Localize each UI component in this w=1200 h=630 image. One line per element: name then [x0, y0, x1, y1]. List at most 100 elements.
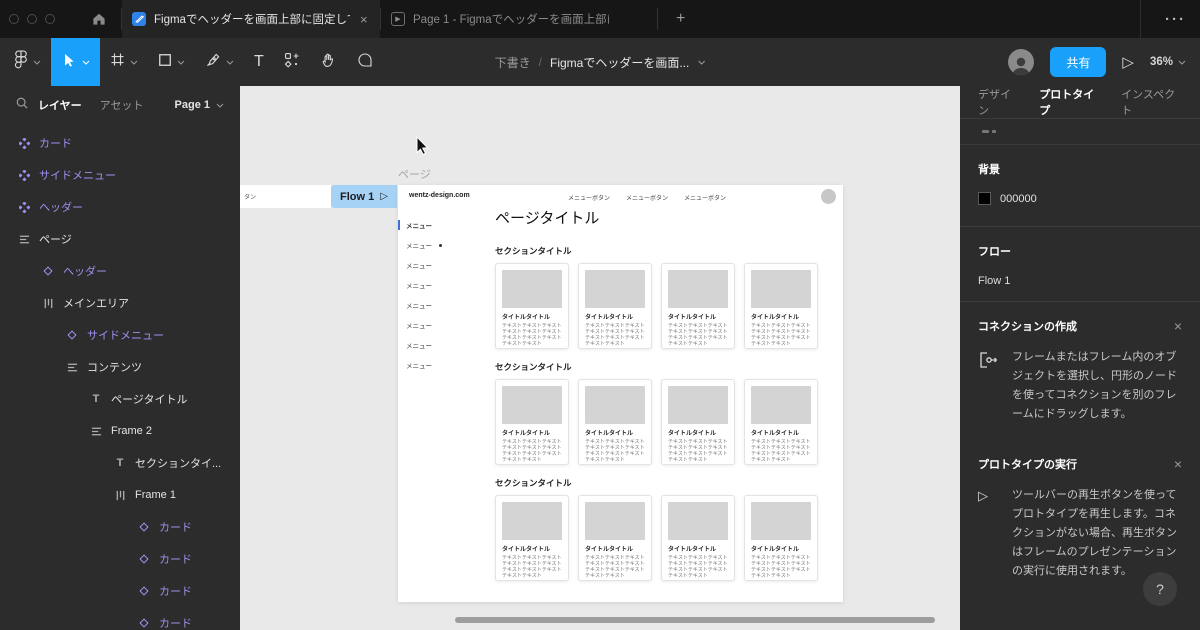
comment-tool-button[interactable] [347, 38, 383, 86]
instance-icon [138, 554, 150, 564]
design-menu-item: メニュー [398, 215, 493, 235]
color-swatch[interactable] [978, 192, 991, 205]
card-body-text: テキストテキストテキストテキストテキストテキストテキストテキストテキストテキスト… [585, 439, 645, 463]
connection-tip-title: コネクションの作成 [978, 321, 1077, 333]
new-tab-button[interactable]: + [676, 10, 685, 28]
frame-v-icon [66, 362, 78, 373]
figma-app-window: Figmaでヘッダーを画面上部に固定して追 × ▶ Page 1 - Figma… [0, 0, 1200, 630]
tab-layers[interactable]: レイヤー [38, 97, 82, 113]
move-tool-button[interactable] [51, 38, 100, 86]
component-icon [18, 201, 30, 213]
shape-tool-button[interactable] [148, 38, 195, 86]
tab-close-icon[interactable]: × [360, 12, 368, 27]
card-body-text: テキストテキストテキストテキストテキストテキストテキストテキストテキストテキスト… [502, 439, 562, 463]
layer-row[interactable]: カード [0, 511, 240, 543]
close-icon[interactable]: × [1174, 456, 1182, 472]
file-title[interactable]: Figmaでヘッダーを画面... [550, 54, 689, 71]
card-title: タイトルタイトル [751, 547, 800, 553]
window-close-button[interactable] [9, 14, 19, 24]
frame-name-label[interactable]: ページ [398, 166, 431, 182]
text-tool-button[interactable]: T [244, 38, 274, 86]
layer-row[interactable]: カード [0, 543, 240, 575]
layer-row[interactable]: カード [0, 127, 240, 159]
project-name[interactable]: 下書き [495, 54, 531, 71]
tab-title: Figmaでヘッダーを画面上部に固定して追 [154, 14, 350, 26]
zoom-menu[interactable]: 36% [1150, 56, 1186, 68]
card-image-placeholder [585, 386, 645, 424]
layer-row[interactable]: Frame 2 [0, 415, 240, 447]
user-avatar[interactable] [1008, 49, 1035, 75]
text-tool-icon: T [254, 53, 264, 70]
play-favicon-icon: ▶ [391, 12, 405, 26]
card-image-placeholder [668, 270, 728, 308]
main-menu-button[interactable] [4, 38, 51, 86]
background-section-title: 背景 [978, 164, 1000, 176]
design-menu-item: メニュー [398, 255, 493, 275]
resources-tool-button[interactable] [274, 38, 310, 86]
layer-row[interactable]: カード [0, 575, 240, 607]
design-card: タイトルタイトル テキストテキストテキストテキストテキストテキストテキストテキス… [661, 263, 735, 349]
page-selector-label: Page 1 [174, 99, 210, 111]
design-card: タイトルタイトル テキストテキストテキストテキストテキストテキストテキストテキス… [578, 495, 652, 581]
search-icon[interactable] [16, 96, 28, 114]
window-zoom-button[interactable] [45, 14, 55, 24]
help-button[interactable]: ? [1143, 572, 1177, 606]
home-icon[interactable] [91, 11, 107, 27]
layer-row[interactable]: サイドメニュー [0, 159, 240, 191]
horizontal-scrollbar[interactable] [455, 617, 935, 623]
card-body-text: テキストテキストテキストテキストテキストテキストテキストテキストテキストテキスト… [585, 555, 645, 579]
layer-row[interactable]: T ページタイトル [0, 383, 240, 415]
layer-label: ページタイトル [111, 394, 188, 406]
connection-tip-body: フレームまたはフレーム内のオブジェクトを選択し、円形のノードを使ってコネクション… [1012, 351, 1177, 420]
layer-row[interactable]: コンテンツ [0, 351, 240, 383]
frame-tool-icon [110, 52, 125, 72]
design-frame-page[interactable]: wentz-design.com メニューボタン メニューボタン メニューボタン メ… [398, 185, 843, 602]
tab-assets[interactable]: アセット [100, 97, 144, 113]
offscreen-frame-fragment[interactable]: タン [240, 185, 331, 208]
tab-prototype[interactable]: プロトタイプ [1039, 86, 1101, 118]
browser-tab-inactive[interactable]: ▶ Page 1 - Figmaでヘッダーを画面上部に固定 [381, 0, 657, 38]
layer-row[interactable]: T セクションタイ... [0, 447, 240, 479]
chevron-down-icon [82, 60, 90, 65]
design-menu-item: メニュー [398, 335, 493, 355]
card-body-text: テキストテキストテキストテキストテキストテキストテキストテキストテキストテキスト… [502, 555, 562, 579]
properties-panel: デザイン プロトタイプ インスペクト 背景 000000 フロー Flow 1 … [960, 86, 1200, 630]
flow-play-icon[interactable]: ▷ [380, 191, 388, 202]
figma-toolbar: T 下書き / Figmaでヘッダーを画面... 共有 ▷ 36% [0, 38, 1200, 86]
tab-design[interactable]: デザイン [978, 86, 1019, 118]
canvas[interactable]: タン Flow 1 ▷ ページ wentz-design.com メニューボタン… [240, 86, 960, 630]
layer-row[interactable]: ヘッダー [0, 255, 240, 287]
layer-label: カード [159, 586, 192, 598]
tab-inspect[interactable]: インスペクト [1121, 86, 1182, 118]
layer-row[interactable]: Frame 1 [0, 479, 240, 511]
design-card: タイトルタイトル テキストテキストテキストテキストテキストテキストテキストテキス… [661, 379, 735, 465]
layer-row[interactable]: サイドメニュー [0, 319, 240, 351]
design-menu-label: メニュー [406, 343, 432, 350]
browser-menu-icon[interactable]: ··· [1165, 11, 1186, 28]
layer-row[interactable]: カード [0, 607, 240, 630]
present-play-icon[interactable]: ▷ [1122, 53, 1134, 71]
browser-tab-active[interactable]: Figmaでヘッダーを画面上部に固定して追 × [122, 0, 380, 38]
instance-icon [138, 586, 150, 596]
design-menu-label: メニュー [406, 363, 432, 370]
close-icon[interactable]: × [1174, 318, 1182, 334]
background-section: 背景 000000 [960, 145, 1200, 227]
share-button[interactable]: 共有 [1050, 47, 1107, 77]
chevron-down-icon[interactable] [697, 60, 705, 65]
pen-tool-button[interactable] [195, 38, 244, 86]
layer-row[interactable]: ヘッダー [0, 191, 240, 223]
layer-row[interactable]: メインエリア [0, 287, 240, 319]
design-nav-item: メニューボタン [684, 196, 727, 202]
page-selector[interactable]: Page 1 [175, 99, 224, 111]
design-nav-item: メニューボタン [568, 196, 611, 202]
card-body-text: テキストテキストテキストテキストテキストテキストテキストテキストテキストテキスト… [751, 555, 811, 579]
flow-start-badge[interactable]: Flow 1 ▷ [331, 185, 397, 208]
frame-tool-button[interactable] [100, 38, 148, 86]
figma-favicon-icon [132, 12, 146, 26]
flow-name-value[interactable]: Flow 1 [978, 275, 1182, 287]
window-minimize-button[interactable] [27, 14, 37, 24]
layer-row[interactable]: ページ [0, 223, 240, 255]
hand-tool-button[interactable] [310, 38, 347, 86]
card-image-placeholder [502, 502, 562, 540]
color-hex-value[interactable]: 000000 [1000, 193, 1037, 205]
